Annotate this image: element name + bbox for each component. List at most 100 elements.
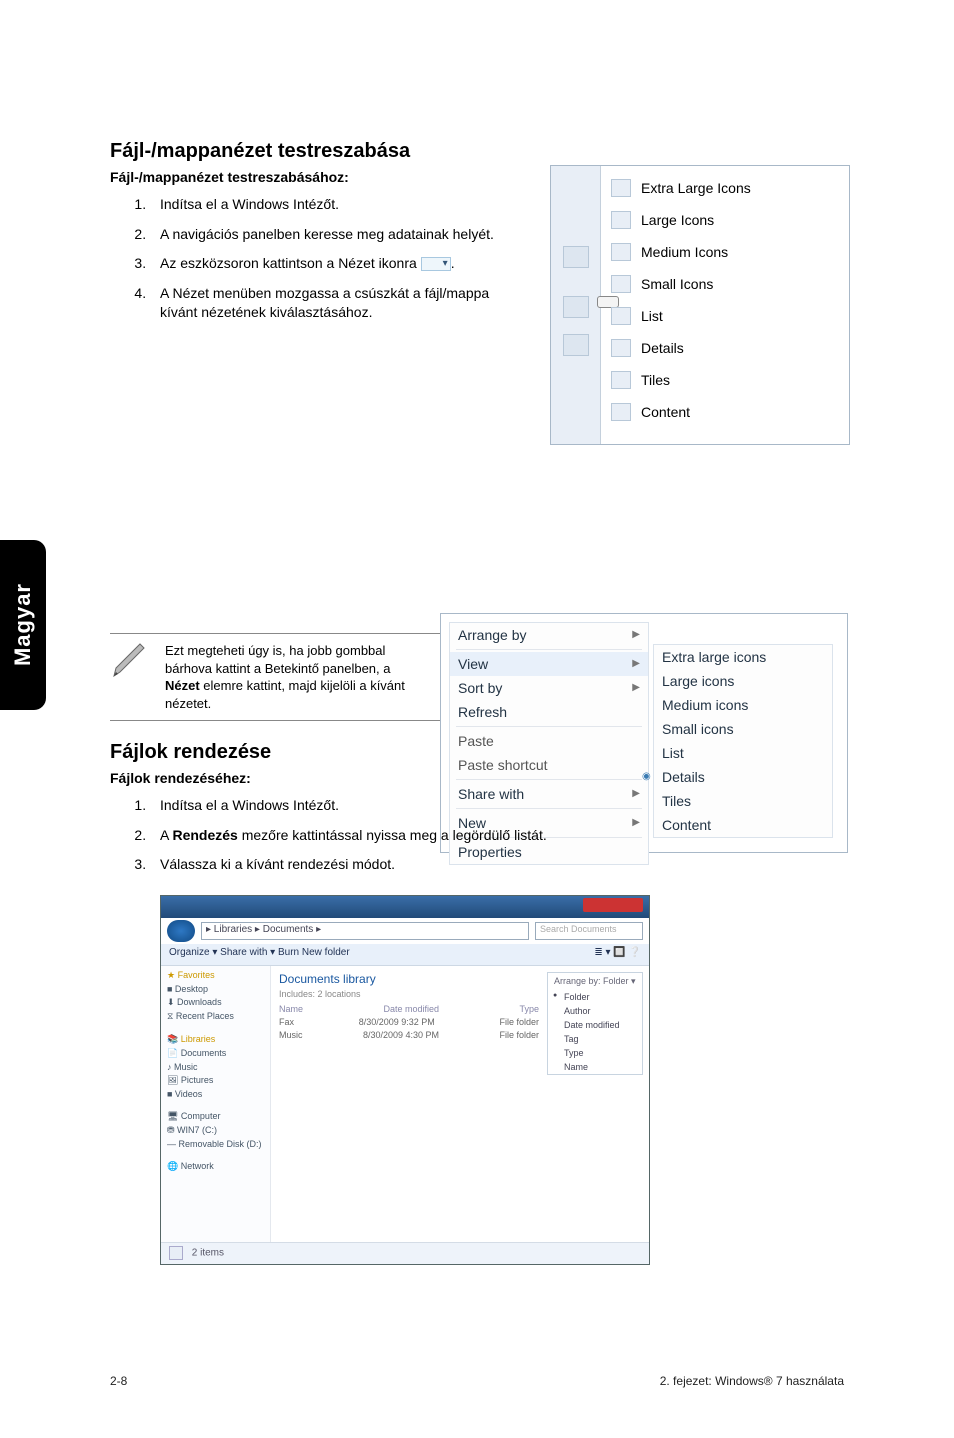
section-sort: Fájlok rendezése Fájlok rendezéséhez: In… [110,741,850,1265]
column-header-row[interactable]: Name Date modified Type [279,1004,539,1014]
arrange-author[interactable]: Author [548,1004,642,1018]
tip-text: Ezt megteheti úgy is, ha jobb gombbal bá… [165,634,425,720]
sb-favorites[interactable]: ★ Favorites [167,970,264,981]
list-icon [611,307,631,325]
view-details[interactable]: Details [611,332,841,364]
sb-documents[interactable]: 📄 Documents [167,1048,264,1059]
library-header: Documents library Includes: 2 locations [279,972,376,1000]
steps-sort: Indítsa el a Windows Intézőt. A Rendezés… [110,796,850,875]
sb-libraries[interactable]: 📚 Libraries [167,1034,264,1045]
strip-thumb-c [563,334,589,356]
md-icon [611,243,631,261]
tip-t1: Ezt megteheti úgy is, ha jobb gombbal bá… [165,643,391,676]
step-3: Az eszközsoron kattintson a Nézet ikonra… [150,254,530,274]
ctx-arrange-by[interactable]: Arrange by▶ [450,623,648,647]
sort-step-2: A Rendezés mezőre kattintással nyissa me… [150,826,850,846]
sort-step-1: Indítsa el a Windows Intézőt. [150,796,850,816]
arrange-by-dropdown[interactable]: Arrange by: Folder ▾ Folder Author Date … [547,972,643,1075]
sb-recent[interactable]: ⧖ Recent Places [167,1011,264,1022]
window-titlebar [161,896,649,918]
arrange-tag[interactable]: Tag [548,1032,642,1046]
ctxr-md[interactable]: Medium icons [654,693,832,717]
heading-sort: Fájlok rendezése [110,741,850,764]
arrange-folder[interactable]: Folder [548,990,642,1004]
step-4: A Nézet menüben mozgassa a csúszkát a fá… [150,284,530,323]
s2c: mezőre kattintással nyissa meg a legördü… [238,827,547,843]
toolbar-right-icons: ≣ ▾ 🔲 ❔ [594,947,641,962]
arrange-type[interactable]: Type [548,1046,642,1060]
view-md-label: Medium Icons [641,244,728,260]
sb-pictures[interactable]: 🖼 Pictures [167,1075,264,1086]
col-date: Date modified [383,1004,439,1014]
arrange-name[interactable]: Name [548,1060,642,1074]
nav-back-button[interactable] [167,920,195,942]
pencil-icon [110,640,150,680]
sb-computer[interactable]: 🖥 Computer [167,1111,264,1122]
sb-d-drive[interactable]: — Removable Disk (D:) [167,1139,264,1149]
view-tiles[interactable]: Tiles [611,364,841,396]
sm-icon [611,275,631,293]
tip-block: Ezt megteheti úgy is, ha jobb gombbal bá… [110,633,440,721]
ctx-view[interactable]: View▶ [450,652,648,676]
view-popup-slider-strip [551,166,601,444]
view-xl-label: Extra Large Icons [641,180,751,196]
ctx-sort-by[interactable]: Sort by▶ [450,676,648,700]
lg-icon [611,211,631,229]
step-1: Indítsa el a Windows Intézőt. [150,195,530,215]
sb-network[interactable]: 🌐 Network [167,1161,264,1172]
ctxr-sm[interactable]: Small icons [654,717,832,741]
view-content-label: Content [641,404,690,420]
table-row[interactable]: Fax8/30/2009 9:32 PMFile folder [279,1017,539,1027]
library-title: Documents library [279,972,376,986]
ctxr-lg[interactable]: Large icons [654,669,832,693]
step-3-text: Az eszközsoron kattintson a Nézet ikonra [160,255,421,271]
ctx-refresh[interactable]: Refresh [450,700,648,724]
view-tiles-label: Tiles [641,372,670,388]
view-list[interactable]: List [611,300,841,332]
sb-c-drive[interactable]: ⛃ WIN7 (C:) [167,1125,264,1136]
view-size-popup: Extra Large Icons Large Icons Medium Ico… [550,165,850,445]
view-small[interactable]: Small Icons [611,268,841,300]
strip-thumb-b [563,296,589,318]
view-medium[interactable]: Medium Icons [611,236,841,268]
page-number: 2-8 [110,1374,127,1388]
chapter-title: 2. fejezet: Windows® 7 használata [660,1374,844,1388]
ctxr-xl[interactable]: Extra large icons [654,645,832,669]
view-large[interactable]: Large Icons [611,204,841,236]
sb-music[interactable]: ♪ Music [167,1062,264,1072]
heading-customize: Fájl-/mappanézet testreszabása [110,140,850,163]
view-lg-label: Large Icons [641,212,714,228]
tip-icon-cell [110,634,165,686]
col-type: Type [519,1004,539,1014]
library-sub: Includes: 2 locations [279,989,361,999]
address-bar[interactable]: ▸ Libraries ▸ Documents ▸ [201,922,529,940]
search-box[interactable]: Search Documents [535,922,643,940]
toolbar-left-items: Organize ▾ Share with ▾ Burn New folder [169,947,350,962]
steps-customize: Indítsa el a Windows Intézőt. A navigáci… [110,195,530,323]
sb-downloads[interactable]: ⬇ Downloads [167,997,264,1008]
window-close-buttons[interactable] [583,898,643,912]
page-footer: 2-8 2. fejezet: Windows® 7 használata [110,1374,844,1388]
arrange-date[interactable]: Date modified [548,1018,642,1032]
sort-step-3: Válassza ki a kívánt rendezési módot. [150,855,850,875]
strip-thumb-a [563,246,589,268]
sb-videos[interactable]: ■ Videos [167,1089,264,1099]
status-bar: 2 items [161,1242,649,1264]
s2b: Rendezés [172,827,237,843]
search-placeholder: Search Documents [540,924,617,934]
step-2: A navigációs panelben keresse meg adatai… [150,225,530,245]
view-content[interactable]: Content [611,396,841,428]
content-icon [611,403,631,421]
view-extra-large[interactable]: Extra Large Icons [611,172,841,204]
tip-bold: Nézet [165,678,200,693]
status-icon [169,1246,183,1260]
language-tab-label: Magyar [10,583,36,666]
sb-desktop[interactable]: ■ Desktop [167,984,264,994]
s2a: A [160,827,172,843]
view-list-label: List [641,308,663,324]
documents-library-screenshot: ▸ Libraries ▸ Documents ▸ Search Documen… [160,895,650,1265]
tip-t2: elemre kattint, majd kijelöli a kívánt n… [165,678,405,711]
view-sm-label: Small Icons [641,276,713,292]
table-row[interactable]: Music8/30/2009 4:30 PMFile folder [279,1030,539,1040]
explorer-toolbar[interactable]: Organize ▾ Share with ▾ Burn New folder … [161,944,649,966]
